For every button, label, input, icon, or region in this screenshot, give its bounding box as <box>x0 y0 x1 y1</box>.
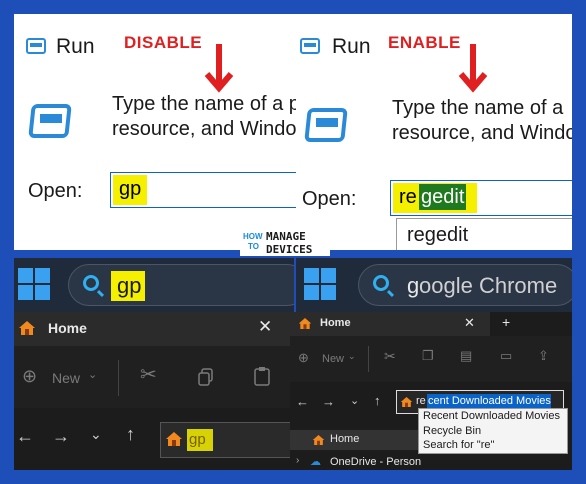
search-icon <box>373 275 389 291</box>
open-input-typed: re <box>399 186 417 208</box>
run-description: Type the name of a resource, and Windo <box>392 96 572 146</box>
taskbar-search-box[interactable]: gp <box>68 264 294 306</box>
address-row: ← → ⌄ ↑ gp <box>14 408 290 470</box>
windows-start-icon[interactable] <box>304 268 336 300</box>
paste-icon[interactable]: ▤ <box>460 348 472 364</box>
how-to-manage-devices-logo: HOW TO MANAGE DEVICES <box>240 226 330 256</box>
search-text: gp <box>117 273 142 298</box>
up-arrow-icon[interactable]: ↑ <box>374 393 381 408</box>
tab-home[interactable]: Home ✕ <box>14 312 290 346</box>
chevron-down-icon[interactable]: ⌄ <box>90 426 102 443</box>
desc-line-2: resource, and Windo <box>392 122 572 144</box>
enable-label: ENABLE <box>388 33 461 52</box>
file-explorer-left: Home ✕ ⊕ New ⌄ ✂ ← → ⌄ ↑ gp <box>14 312 290 470</box>
autocomplete-item[interactable]: regedit <box>407 224 468 247</box>
copy-icon[interactable]: ❐ <box>422 348 434 364</box>
new-button[interactable]: New <box>322 353 344 365</box>
run-dialog-disable: Run DISABLE Type the name of a pr resour… <box>14 14 296 250</box>
open-input[interactable]: re gedit <box>390 180 572 216</box>
home-icon <box>312 434 325 446</box>
home-icon <box>298 318 312 329</box>
open-input-suggested: gedit <box>419 184 467 210</box>
red-arrow-icon <box>204 44 234 93</box>
command-bar: ⊕ New ⌄ ✂ ❐ ▤ ▭ ⇪ <box>290 336 572 382</box>
screenshot-frame: Run DISABLE Type the name of a pr resour… <box>0 0 586 484</box>
close-icon[interactable]: ✕ <box>464 315 475 331</box>
cloud-icon: ☁ <box>310 456 321 468</box>
desc-line-1: Type the name of a pr <box>112 93 296 115</box>
new-button[interactable]: New <box>52 370 80 386</box>
desc-line-1: Type the name of a <box>392 97 564 119</box>
new-plus-icon: ⊕ <box>22 366 38 386</box>
copy-icon[interactable] <box>198 368 214 386</box>
file-explorer-right: Home ✕ + ⊕ New ⌄ ✂ ❐ ▤ ▭ ⇪ ← → ⌄ ↑ re ce… <box>290 312 572 470</box>
logo-manage: MANAGE <box>266 230 306 243</box>
open-input[interactable]: gp <box>110 172 296 208</box>
open-label: Open: <box>28 180 83 202</box>
run-title: Run <box>332 35 371 58</box>
run-window-icon <box>26 38 46 54</box>
red-arrow-icon <box>458 44 488 93</box>
chevron-right-icon: › <box>296 455 300 466</box>
menu-item[interactable]: Search for "re" <box>419 438 567 453</box>
rename-icon[interactable]: ▭ <box>500 348 512 364</box>
nav-label: OneDrive - Person <box>330 456 422 468</box>
menu-item[interactable]: Recent Downloaded Movies <box>419 409 567 424</box>
tab-title: Home <box>320 317 351 329</box>
up-arrow-icon[interactable]: ↑ <box>126 424 135 445</box>
logo-how: HOW <box>243 232 263 241</box>
autocomplete-dropdown: regedit <box>396 218 572 250</box>
taskbar-search-box[interactable]: g oogle Chrome <box>358 264 572 306</box>
tab-title: Home <box>48 320 87 336</box>
close-icon[interactable]: ✕ <box>258 317 272 337</box>
chevron-down-icon: ⌄ <box>348 351 356 361</box>
address-text: gp <box>189 431 206 448</box>
nav-item-onedrive[interactable]: › ☁ OneDrive - Person <box>290 452 422 470</box>
home-icon <box>19 321 35 335</box>
logo-mark: HOW TO MANAGE DEVICES <box>243 230 312 256</box>
open-input-value: gp <box>119 178 142 200</box>
run-title: Run <box>56 35 95 58</box>
back-arrow-icon[interactable]: ← <box>16 426 34 447</box>
run-app-icon <box>28 104 72 138</box>
search-typed: g <box>407 273 420 298</box>
forward-arrow-icon[interactable]: → <box>322 394 335 409</box>
search-icon <box>83 275 99 291</box>
run-app-icon <box>304 108 348 142</box>
run-dialog-enable: Run ENABLE Type the name of a resource, … <box>296 14 572 250</box>
new-tab-button[interactable]: + <box>502 314 510 330</box>
paste-icon[interactable] <box>254 366 272 386</box>
disable-label: DISABLE <box>124 33 203 52</box>
logo-devices: DEVICES <box>266 243 312 256</box>
address-selected: cent Downloaded Movies <box>428 395 551 407</box>
chevron-down-icon: ⌄ <box>88 369 98 381</box>
new-plus-icon: ⊕ <box>298 350 309 365</box>
home-icon <box>400 396 413 408</box>
back-arrow-icon[interactable]: ← <box>296 394 309 409</box>
search-suggested: oogle Chrome <box>419 273 558 298</box>
chevron-down-icon[interactable]: ⌄ <box>350 394 359 407</box>
command-bar: ⊕ New ⌄ ✂ <box>14 346 290 408</box>
navigation-pane: Home › ☁ OneDrive - Person <box>290 430 422 470</box>
forward-arrow-icon[interactable]: → <box>52 426 70 447</box>
run-window-icon <box>300 38 320 54</box>
nav-label: Home <box>330 433 360 445</box>
open-label: Open: <box>302 188 357 210</box>
cut-icon[interactable]: ✂ <box>140 362 157 387</box>
nav-item-home[interactable]: Home <box>290 430 420 450</box>
address-bar[interactable]: gp <box>160 422 290 458</box>
desc-line-2: resource, and Window <box>112 118 296 140</box>
windows-start-icon[interactable] <box>18 268 50 300</box>
cut-icon[interactable]: ✂ <box>384 348 396 365</box>
menu-item[interactable]: Recycle Bin <box>419 424 567 439</box>
logo-to: TO <box>248 242 259 251</box>
tab-home[interactable]: Home ✕ <box>290 312 490 336</box>
address-autocomplete-menu: Recent Downloaded Movies Recycle Bin Sea… <box>418 408 568 454</box>
address-typed: re <box>416 395 426 407</box>
taskbar-right: g oogle Chrome <box>296 258 572 312</box>
run-description: Type the name of a pr resource, and Wind… <box>112 92 296 142</box>
home-icon <box>166 432 182 446</box>
share-icon[interactable]: ⇪ <box>538 348 549 364</box>
taskbar-left: gp <box>14 258 294 312</box>
